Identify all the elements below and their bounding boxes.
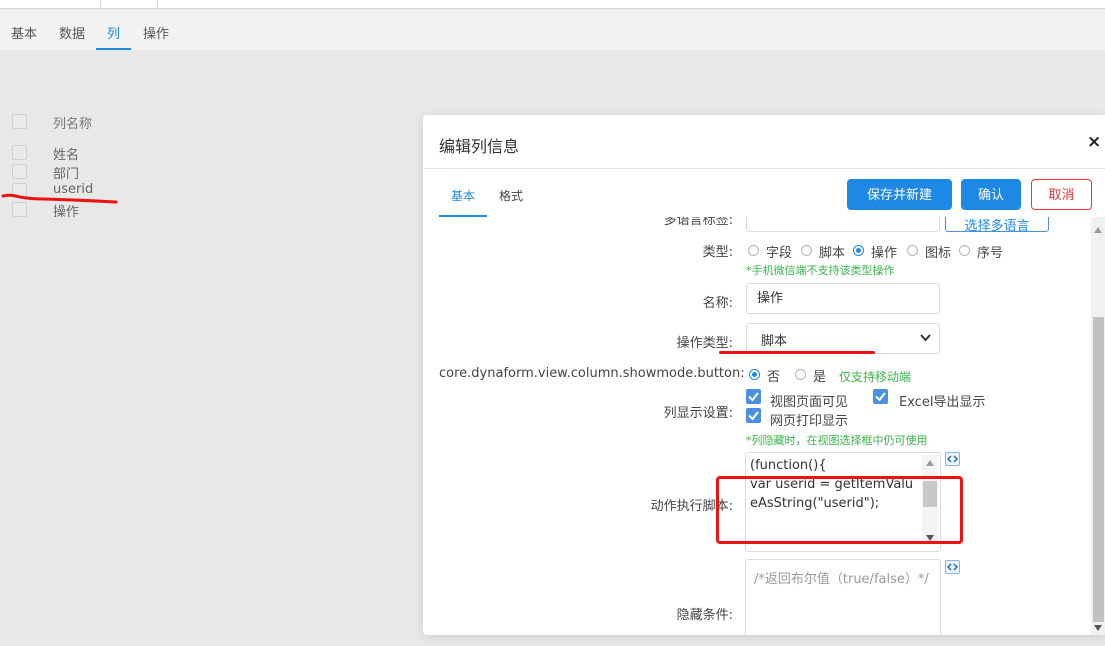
save-and-new-button[interactable]: 保存并新建	[847, 179, 952, 210]
checkmark-icon	[748, 411, 759, 421]
column-name: 姓名	[53, 148, 80, 163]
type-option-label: 操作	[871, 246, 898, 261]
type-option-label: 图标	[925, 246, 952, 261]
close-icon[interactable]: ×	[1087, 132, 1101, 152]
dialog-scrollbar[interactable]	[1091, 217, 1105, 635]
dialog-title: 编辑列信息	[439, 137, 520, 156]
showmode-option-label: 是	[813, 370, 827, 385]
action-type-value: 脚本	[761, 334, 788, 349]
action-type-field-label: 操作类型:	[676, 336, 733, 351]
name-input[interactable]: 操作	[746, 283, 940, 314]
web-print-label: 网页打印显示	[770, 414, 849, 429]
hide-condition-textarea[interactable]: /*返回布尔值（true/false）*/	[745, 559, 941, 635]
column-name: 部门	[53, 167, 80, 182]
page-tab-bar: 基本 数据 列 操作	[0, 10, 1105, 50]
hide-condition-label: 隐藏条件:	[676, 608, 733, 623]
hide-condition-placeholder: /*返回布尔值（true/false）*/	[754, 572, 929, 587]
dialog-tab-basic[interactable]: 基本	[451, 187, 475, 204]
visible-in-view-checkbox[interactable]	[746, 389, 761, 404]
scroll-up-icon	[926, 460, 934, 466]
code-editor-glyph	[946, 455, 959, 463]
chevron-down-icon	[920, 334, 931, 342]
column-name-header: 列名称	[53, 117, 93, 132]
action-type-select[interactable]: 脚本	[746, 323, 940, 354]
red-underline-annotation	[719, 351, 875, 354]
checkmark-icon	[748, 392, 759, 402]
tab-operations[interactable]: 操作	[143, 23, 169, 42]
scroll-up-icon	[1094, 227, 1102, 233]
scroll-down-icon	[1094, 625, 1102, 631]
row-checkbox[interactable]	[12, 164, 27, 179]
display-settings-label: 列显示设置:	[663, 406, 733, 421]
row-checkbox[interactable]	[12, 145, 27, 160]
showmode-option-label: 否	[767, 370, 781, 385]
excel-export-checkbox[interactable]	[873, 389, 888, 404]
divider	[423, 168, 1105, 169]
red-box-annotation	[716, 476, 963, 544]
type-radio-icon[interactable]	[907, 245, 918, 256]
type-radio-field[interactable]	[748, 245, 759, 256]
type-option-label: 序号	[977, 246, 1004, 261]
top-strip-divider	[157, 0, 158, 9]
i18n-label-field-label: 多语言标签:	[663, 217, 733, 228]
form-scroll-area: 多语言标签: 选择多语言 类型: 字段 脚本 操作 图标 序号 *手机微信端不支…	[423, 217, 1091, 635]
type-option-label: 脚本	[819, 246, 846, 261]
edit-column-dialog: 编辑列信息 × 基本 格式 保存并新建 确认 取消 多语言标签: 选择多语言 类…	[423, 115, 1105, 635]
visible-in-view-label: 视图页面可见	[770, 395, 849, 410]
checkmark-icon	[875, 392, 886, 402]
dialog-tab-format[interactable]: 格式	[499, 187, 523, 204]
showmode-field-label: core.dynaform.view.column.showmode.butto…	[439, 366, 745, 381]
top-strip	[0, 0, 1105, 9]
name-field-label: 名称:	[702, 296, 733, 311]
type-radio-script[interactable]	[801, 245, 812, 256]
select-all-checkbox[interactable]	[12, 114, 27, 129]
scrollbar-thumb[interactable]	[1093, 317, 1104, 622]
red-underline-annotation	[1, 193, 118, 204]
excel-export-label: Excel导出显示	[899, 395, 986, 410]
cancel-button[interactable]: 取消	[1031, 179, 1092, 210]
tab-data[interactable]: 数据	[59, 23, 85, 42]
code-editor-glyph	[946, 563, 959, 571]
showmode-radio-no[interactable]	[749, 369, 760, 380]
top-strip-divider	[100, 0, 101, 9]
i18n-label-input[interactable]	[746, 217, 940, 232]
choose-i18n-button[interactable]: 选择多语言	[945, 217, 1049, 234]
type-note: *手机微信端不支持该类型操作	[746, 264, 895, 277]
display-note: *列隐藏时，在视图选择框中仍可使用	[746, 434, 928, 447]
code-editor-icon[interactable]	[945, 452, 960, 466]
type-option-label: 字段	[766, 246, 793, 261]
tab-columns[interactable]: 列	[107, 23, 120, 42]
code-editor-icon[interactable]	[945, 560, 960, 574]
type-radio-index[interactable]	[959, 245, 970, 256]
active-tab-underline	[96, 48, 131, 50]
web-print-checkbox[interactable]	[746, 408, 761, 423]
tab-basic[interactable]: 基本	[11, 23, 37, 42]
type-radio-operation[interactable]	[853, 245, 864, 256]
confirm-button[interactable]: 确认	[961, 179, 1021, 210]
type-field-label: 类型:	[702, 245, 733, 260]
showmode-radio-yes[interactable]	[795, 369, 806, 380]
showmode-note: 仅支持移动端	[839, 370, 912, 384]
